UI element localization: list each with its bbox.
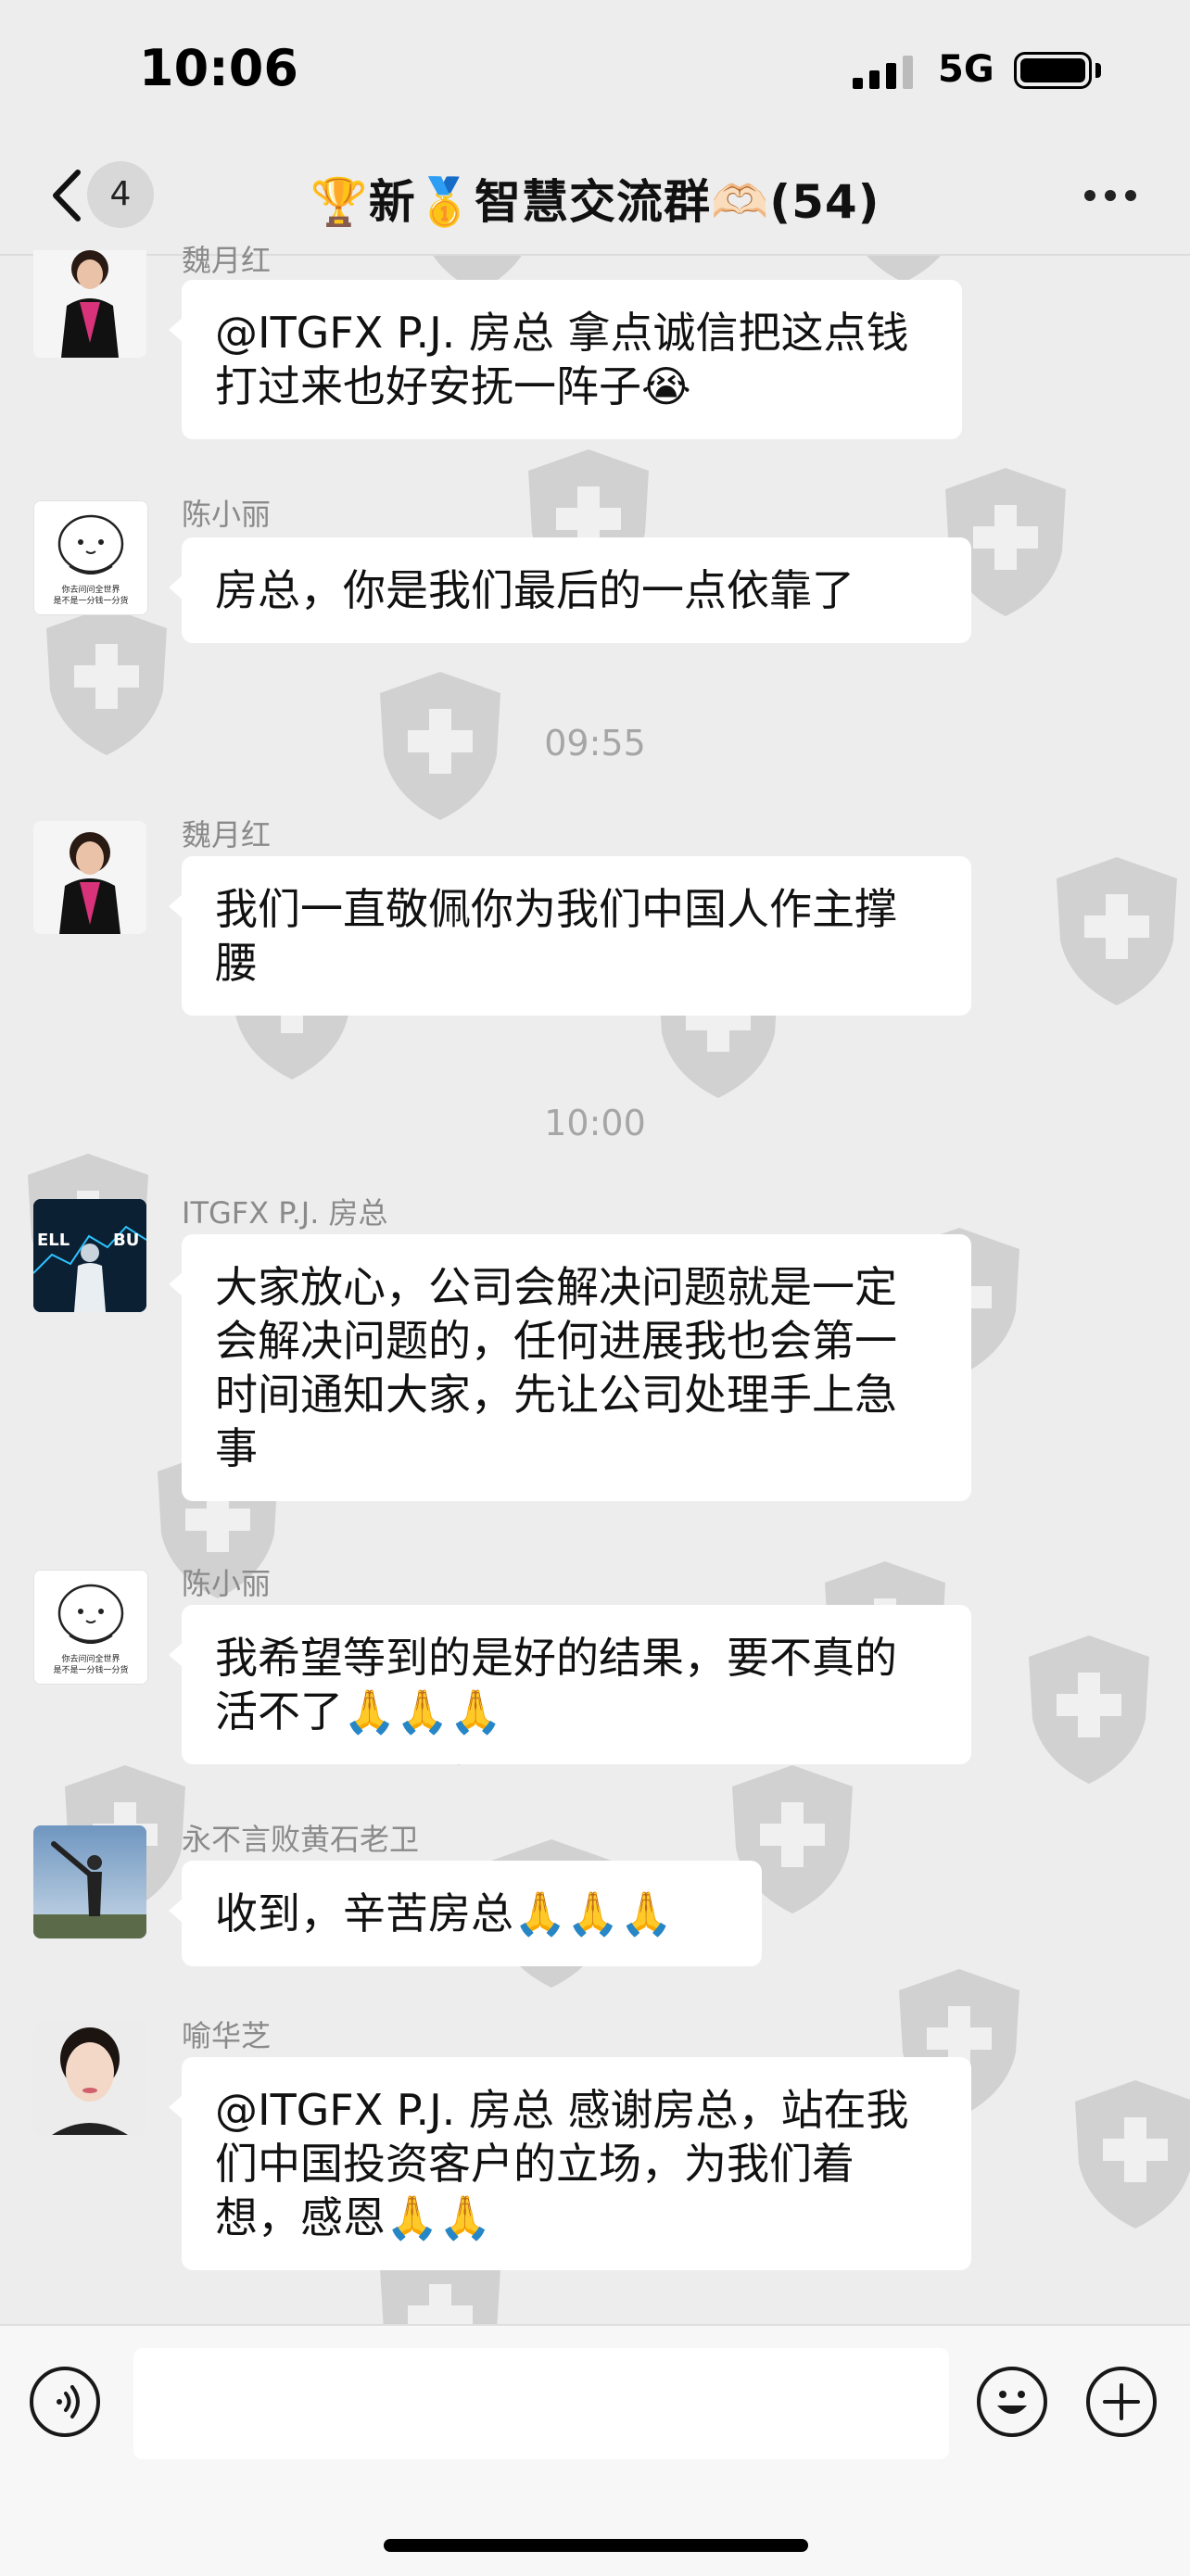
avatar-weiyuehong[interactable] [33,821,146,934]
message-input[interactable] [133,2348,949,2459]
svg-text:你去问问全世界: 你去问问全世界 [61,584,120,595]
svg-text:是不是一分钱一分货: 是不是一分钱一分货 [53,1664,128,1675]
message-bubble[interactable]: @ITGFX P.J. 房总 拿点诚信把这点钱打过来也好安抚一阵子😭 [169,280,962,439]
sender-name: 魏月红 [182,817,272,852]
message-bubble[interactable]: 房总，你是我们最后的一点依靠了 [169,537,971,643]
status-time: 10:06 [139,39,298,97]
sender-name: 陈小丽 [182,1566,272,1601]
voice-icon[interactable] [30,2367,100,2437]
more-icon[interactable] [1084,190,1136,201]
avatar-chenxiaoli[interactable]: 你去问问全世界 是不是一分钱一分货 [33,1570,148,1685]
svg-text:是不是一分钱一分货: 是不是一分钱一分货 [53,595,128,606]
sender-name: 魏月红 [182,243,272,278]
battery-icon [1014,52,1092,89]
timestamp: 09:55 [544,723,646,764]
message-bubble[interactable]: @ITGFX P.J. 房总 感谢房总，站在我们中国投资客户的立场，为我们着想，… [169,2057,971,2270]
watermark-shield-icon [1057,857,1177,1005]
avatar-weiyuehong[interactable] [33,250,146,358]
sender-name: 永不言败黄石老卫 [182,1822,420,1857]
message-bubble[interactable]: 收到，辛苦房总🙏🙏🙏 [169,1861,762,1966]
svg-text:你去问问全世界: 你去问问全世界 [61,1653,120,1664]
message-bubble[interactable]: 我希望等到的是好的结果，要不真的活不了🙏🙏🙏 [169,1605,971,1764]
chat-header: 4 🏆新🥇智慧交流群🫶🏻(54) [0,139,1190,256]
avatar-itgfx[interactable]: ELL BU [33,1199,146,1312]
home-indicator[interactable] [384,2539,808,2552]
status-bar: 10:06 5G [0,0,1190,139]
chat-title: 🏆新🥇智慧交流群🫶🏻(54) [310,175,880,229]
sender-name: 陈小丽 [182,497,272,532]
message-bubble[interactable]: 大家放心，公司会解决问题就是一定会解决问题的，任何进展我也会第一时间通知大家，先… [169,1234,971,1501]
svg-text:ELL: ELL [37,1231,70,1250]
sender-name: 喻华芝 [182,2018,272,2053]
avatar-yuhuazhi[interactable] [33,2022,146,2135]
plus-icon[interactable] [1086,2367,1157,2437]
sender-name: ITGFX P.J. 房总 [182,1195,388,1231]
svg-text:BU: BU [113,1231,139,1250]
message-bubble[interactable]: 我们一直敬佩你为我们中国人作主撑腰 [169,856,971,1016]
network-type: 5G [938,48,994,91]
watermark-shield-icon [1075,2080,1190,2229]
timestamp: 10:00 [544,1103,646,1143]
avatar-huangshi[interactable] [33,1825,146,1938]
battery-cap [1095,63,1101,78]
watermark-shield-icon [1029,1635,1149,1784]
avatar-chenxiaoli[interactable]: 你去问问全世界 是不是一分钱一分货 [33,500,148,615]
signal-icon [853,56,913,89]
emoji-icon[interactable] [977,2367,1047,2437]
